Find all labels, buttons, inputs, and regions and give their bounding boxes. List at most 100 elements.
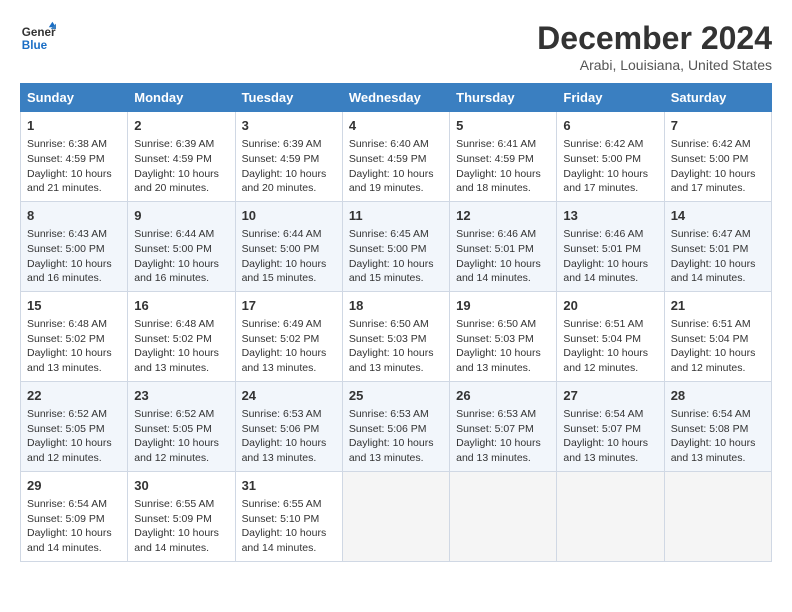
day-info: Sunrise: 6:45 AMSunset: 5:00 PMDaylight:… [349, 227, 443, 286]
day-info: Sunrise: 6:39 AMSunset: 4:59 PMDaylight:… [242, 137, 336, 196]
calendar-week-1: 1 Sunrise: 6:38 AMSunset: 4:59 PMDaylight… [21, 112, 772, 202]
day-number: 18 [349, 297, 443, 315]
table-row: 6 Sunrise: 6:42 AMSunset: 5:00 PMDaylight… [557, 112, 664, 202]
day-info: Sunrise: 6:49 AMSunset: 5:02 PMDaylight:… [242, 317, 336, 376]
day-number: 6 [563, 117, 657, 135]
table-row: 1 Sunrise: 6:38 AMSunset: 4:59 PMDaylight… [21, 112, 128, 202]
table-row: 5Sunrise: 6:41 AMSunset: 4:59 PMDaylight… [450, 112, 557, 202]
table-row: 10 Sunrise: 6:44 AMSunset: 5:00 PMDayligh… [235, 201, 342, 291]
day-number: 26 [456, 387, 550, 405]
day-number: 13 [563, 207, 657, 225]
day-number: 23 [134, 387, 228, 405]
day-info: Sunrise: 6:50 AMSunset: 5:03 PMDaylight:… [349, 317, 443, 376]
day-number: 28 [671, 387, 765, 405]
day-info: Sunrise: 6:38 AMSunset: 4:59 PMDaylight:… [27, 137, 121, 196]
day-info: Sunrise: 6:39 AMSunset: 4:59 PMDaylight:… [134, 137, 228, 196]
table-row: 25 Sunrise: 6:53 AMSunset: 5:06 PMDayligh… [342, 381, 449, 471]
col-wednesday: Wednesday [342, 84, 449, 112]
calendar-week-3: 15 Sunrise: 6:48 AMSunset: 5:02 PMDayligh… [21, 291, 772, 381]
day-number: 24 [242, 387, 336, 405]
day-info: Sunrise: 6:54 AMSunset: 5:09 PMDaylight:… [27, 497, 121, 556]
day-info: Sunrise: 6:55 AMSunset: 5:10 PMDaylight:… [242, 497, 336, 556]
table-row: 22Sunrise: 6:52 AMSunset: 5:05 PMDayligh… [21, 381, 128, 471]
day-info: Sunrise: 6:41 AMSunset: 4:59 PMDaylight:… [456, 137, 550, 196]
col-friday: Friday [557, 84, 664, 112]
day-info: Sunrise: 6:46 AMSunset: 5:01 PMDaylight:… [456, 227, 550, 286]
day-info: Sunrise: 6:54 AMSunset: 5:07 PMDaylight:… [563, 407, 657, 466]
day-number: 17 [242, 297, 336, 315]
table-row: 29 Sunrise: 6:54 AMSunset: 5:09 PMDayligh… [21, 471, 128, 561]
table-row [342, 471, 449, 561]
day-info: Sunrise: 6:40 AMSunset: 4:59 PMDaylight:… [349, 137, 443, 196]
col-sunday: Sunday [21, 84, 128, 112]
day-number: 8 [27, 207, 121, 225]
day-number: 7 [671, 117, 765, 135]
day-info: Sunrise: 6:44 AMSunset: 5:00 PMDaylight:… [242, 227, 336, 286]
table-row: 15 Sunrise: 6:48 AMSunset: 5:02 PMDayligh… [21, 291, 128, 381]
day-number: 20 [563, 297, 657, 315]
table-row: 30 Sunrise: 6:55 AMSunset: 5:09 PMDayligh… [128, 471, 235, 561]
table-row: 12 Sunrise: 6:46 AMSunset: 5:01 PMDayligh… [450, 201, 557, 291]
day-info: Sunrise: 6:53 AMSunset: 5:06 PMDaylight:… [349, 407, 443, 466]
day-info: Sunrise: 6:48 AMSunset: 5:02 PMDaylight:… [27, 317, 121, 376]
table-row: 31 Sunrise: 6:55 AMSunset: 5:10 PMDayligh… [235, 471, 342, 561]
col-thursday: Thursday [450, 84, 557, 112]
table-row: 3 Sunrise: 6:39 AMSunset: 4:59 PMDaylight… [235, 112, 342, 202]
day-number: 16 [134, 297, 228, 315]
page-subtitle: Arabi, Louisiana, United States [537, 57, 772, 73]
day-info: Sunrise: 6:51 AMSunset: 5:04 PMDaylight:… [563, 317, 657, 376]
table-row: 14Sunrise: 6:47 AMSunset: 5:01 PMDayligh… [664, 201, 771, 291]
day-number: 21 [671, 297, 765, 315]
day-info: Sunrise: 6:46 AMSunset: 5:01 PMDaylight:… [563, 227, 657, 286]
svg-text:Blue: Blue [22, 39, 48, 52]
day-number: 12 [456, 207, 550, 225]
table-row: 16 Sunrise: 6:48 AMSunset: 5:02 PMDayligh… [128, 291, 235, 381]
logo: General Blue [20, 20, 56, 56]
title-area: December 2024 Arabi, Louisiana, United S… [537, 20, 772, 73]
day-info: Sunrise: 6:44 AMSunset: 5:00 PMDaylight:… [134, 227, 228, 286]
table-row: 26 Sunrise: 6:53 AMSunset: 5:07 PMDayligh… [450, 381, 557, 471]
table-row: 24 Sunrise: 6:53 AMSunset: 5:06 PMDayligh… [235, 381, 342, 471]
table-row: 20 Sunrise: 6:51 AMSunset: 5:04 PMDayligh… [557, 291, 664, 381]
table-row: 18 Sunrise: 6:50 AMSunset: 5:03 PMDayligh… [342, 291, 449, 381]
day-number: 30 [134, 477, 228, 495]
day-info: Sunrise: 6:53 AMSunset: 5:07 PMDaylight:… [456, 407, 550, 466]
day-number: 2 [134, 117, 228, 135]
table-row: 9Sunrise: 6:44 AMSunset: 5:00 PMDaylight… [128, 201, 235, 291]
header: General Blue December 2024 Arabi, Louisi… [20, 20, 772, 73]
table-row: 27 Sunrise: 6:54 AMSunset: 5:07 PMDayligh… [557, 381, 664, 471]
day-number: 31 [242, 477, 336, 495]
calendar-week-5: 29 Sunrise: 6:54 AMSunset: 5:09 PMDayligh… [21, 471, 772, 561]
day-info: Sunrise: 6:54 AMSunset: 5:08 PMDaylight:… [671, 407, 765, 466]
table-row: 8 Sunrise: 6:43 AMSunset: 5:00 PMDaylight… [21, 201, 128, 291]
day-info: Sunrise: 6:48 AMSunset: 5:02 PMDaylight:… [134, 317, 228, 376]
table-row: 11Sunrise: 6:45 AMSunset: 5:00 PMDayligh… [342, 201, 449, 291]
table-row [557, 471, 664, 561]
day-number: 27 [563, 387, 657, 405]
day-number: 19 [456, 297, 550, 315]
day-info: Sunrise: 6:53 AMSunset: 5:06 PMDaylight:… [242, 407, 336, 466]
day-number: 29 [27, 477, 121, 495]
day-number: 4 [349, 117, 443, 135]
col-tuesday: Tuesday [235, 84, 342, 112]
day-info: Sunrise: 6:51 AMSunset: 5:04 PMDaylight:… [671, 317, 765, 376]
day-info: Sunrise: 6:47 AMSunset: 5:01 PMDaylight:… [671, 227, 765, 286]
day-number: 10 [242, 207, 336, 225]
svg-text:General: General [22, 26, 56, 39]
day-number: 22 [27, 387, 121, 405]
day-number: 3 [242, 117, 336, 135]
day-info: Sunrise: 6:42 AMSunset: 5:00 PMDaylight:… [671, 137, 765, 196]
table-row: 2 Sunrise: 6:39 AMSunset: 4:59 PMDaylight… [128, 112, 235, 202]
day-info: Sunrise: 6:55 AMSunset: 5:09 PMDaylight:… [134, 497, 228, 556]
day-info: Sunrise: 6:42 AMSunset: 5:00 PMDaylight:… [563, 137, 657, 196]
table-row: 19Sunrise: 6:50 AMSunset: 5:03 PMDayligh… [450, 291, 557, 381]
table-row: 13 Sunrise: 6:46 AMSunset: 5:01 PMDayligh… [557, 201, 664, 291]
logo-icon: General Blue [20, 20, 56, 56]
day-number: 1 [27, 117, 121, 135]
page-title: December 2024 [537, 20, 772, 57]
calendar-week-4: 22Sunrise: 6:52 AMSunset: 5:05 PMDayligh… [21, 381, 772, 471]
day-number: 25 [349, 387, 443, 405]
table-row: 17 Sunrise: 6:49 AMSunset: 5:02 PMDayligh… [235, 291, 342, 381]
day-info: Sunrise: 6:43 AMSunset: 5:00 PMDaylight:… [27, 227, 121, 286]
day-number: 15 [27, 297, 121, 315]
